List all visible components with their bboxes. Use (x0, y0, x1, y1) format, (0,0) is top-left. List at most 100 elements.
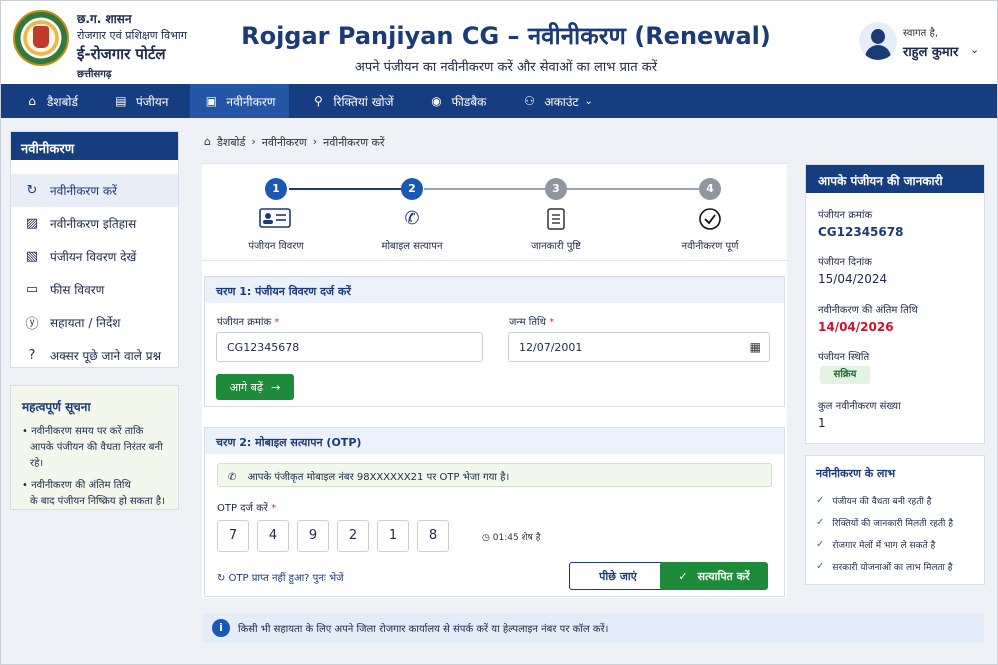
department-name: रोजगार एवं प्रशिक्षण विभाग (77, 29, 187, 42)
check-icon: ✓ (678, 569, 688, 583)
step-4-label: नवीनीकरण पूर्ण (681, 241, 739, 252)
sidebar-item-view-details[interactable]: ▧ पंजीयन विवरण देखें (11, 240, 178, 273)
nav-registration[interactable]: ▤ पंजीयन (114, 84, 182, 118)
info-icon: i (212, 619, 230, 637)
renewal-sidebar: नवीनीकरण ↻ नवीनीकरण करें ▨ नवीनीकरण इतिहास… (10, 131, 179, 368)
id-card-icon (255, 208, 295, 233)
question-icon: ? (28, 348, 36, 363)
next-button[interactable]: आगे बढ़ें → (216, 374, 294, 400)
back-button[interactable]: पीछे जाएं (569, 562, 667, 590)
otp-sent-info: ✆ आपके पंजीकृत मोबाइल नंबर 98XXXXXX21 पर… (217, 463, 772, 487)
help-text: किसी भी सहायता के लिए अपने जिला रोजगार क… (238, 624, 609, 635)
sidebar-item-label: नवीनीकरण इतिहास (50, 217, 137, 231)
sidebar-item-fees[interactable]: ▭ फीस विवरण (11, 273, 178, 306)
sidebar-item-label: नवीनीकरण करें (50, 184, 117, 198)
verify-button-label: सत्यापित करें (697, 569, 750, 583)
sidebar-item-label: पंजीयन विवरण देखें (50, 250, 137, 264)
otp-digit-6[interactable]: 8 (417, 520, 449, 552)
clock-icon: ◷ (482, 533, 490, 543)
dob-label: जन्म तिथि * (509, 317, 555, 328)
sidebar-item-faq[interactable]: ? अक्सर पूछे जाने वाले प्रश्न (11, 339, 178, 372)
nav-account[interactable]: ⚇ अकाउंट ⌄ (522, 84, 607, 118)
step-1-label: पंजीयन विवरण (248, 241, 304, 252)
check-icon: ✓ (816, 560, 825, 572)
chevron-down-icon[interactable]: ⌄ (970, 43, 979, 56)
chevron-right-icon: › (312, 135, 318, 148)
reg-no-value: CG12345678 (818, 225, 904, 239)
state-name: छत्तीसगढ़ (77, 69, 112, 80)
step-connector (289, 188, 411, 190)
sidebar-item-label: फीस विवरण (50, 283, 105, 297)
main-navbar: ⌂ डैशबोर्ड ▤ पंजीयन ▣ नवीनीकरण ⚲ रिक्तियां ख… (1, 84, 997, 118)
verify-button[interactable]: ✓ सत्यापित करें (660, 562, 768, 590)
otp-digit-1[interactable]: 7 (217, 520, 249, 552)
step2-section: चरण 2: मोबाइल सत्यापन (OTP) ✆ आपके पंजीक… (204, 427, 785, 597)
document-icon: ▧ (25, 249, 39, 264)
nav-label: अकाउंट (544, 94, 579, 109)
history-icon: ▨ (25, 216, 39, 231)
nav-dashboard[interactable]: ⌂ डैशबोर्ड (25, 84, 92, 118)
step-connector (424, 188, 555, 190)
nav-search-vacancies[interactable]: ⚲ रिक्तियां खोजें (311, 84, 407, 118)
reg-number-label: पंजीयन क्रमांक * (217, 317, 280, 328)
search-icon: ⚲ (314, 94, 323, 108)
check-icon: ✓ (816, 516, 825, 528)
step-1-circle: 1 (265, 178, 287, 200)
important-notice: महत्वपूर्ण सूचना • नवीनीकरण समय पर करें … (10, 385, 179, 510)
breadcrumb-item: नवीनीकरण करें (323, 136, 385, 149)
otp-digit-3[interactable]: 9 (297, 520, 329, 552)
breadcrumb-item[interactable]: डैशबोर्ड (217, 135, 245, 150)
sidebar-item-label: सहायता / निर्देश (50, 316, 121, 330)
step-2-circle: 2 (401, 178, 423, 200)
nav-feedback[interactable]: ◉ फीडबैक (430, 84, 501, 118)
resend-otp-link[interactable]: ↻ OTP प्राप्त नहीं हुआ? पुनः भेजें (217, 570, 344, 584)
arrow-right-icon: → (271, 380, 281, 394)
check-icon: ✓ (816, 494, 825, 506)
sidebar-item-renew[interactable]: ↻ नवीनीकरण करें (11, 174, 178, 207)
calendar-icon[interactable]: ▦ (750, 340, 761, 354)
breadcrumb-item[interactable]: नवीनीकरण (262, 135, 307, 150)
page-title: Rojgar Panjiyan CG – नवीनीकरण (Renewal) (241, 22, 771, 50)
notice-title: महत्वपूर्ण सूचना (22, 400, 91, 414)
nav-label: फीडबैक (451, 94, 487, 109)
reg-number-input[interactable]: CG12345678 (216, 332, 483, 362)
notice-line: • नवीनीकरण समय पर करें ताकि (22, 426, 144, 437)
nav-label: पंजीयन (135, 94, 169, 109)
benefit-item: ✓ रिक्तियों की जानकारी मिलती रहती है (816, 516, 954, 529)
sidebar-title: नवीनीकरण (11, 132, 178, 160)
user-menu[interactable]: राहुल कुमार (903, 42, 958, 60)
otp-sent-text: आपके पंजीकृत मोबाइल नंबर 98XXXXXX21 पर O… (247, 472, 510, 483)
home-icon: ⌂ (28, 94, 36, 108)
refresh-icon: ↻ (26, 183, 38, 198)
otp-digit-2[interactable]: 4 (257, 520, 289, 552)
dob-input[interactable]: 12/07/2001 ▦ (508, 332, 770, 362)
welcome-text: स्वागत है, (903, 28, 939, 39)
step2-title: चरण 2: मोबाइल सत्यापन (OTP) (205, 428, 784, 454)
site-header: छ.ग. शासन रोजगार एवं प्रशिक्षण विभाग ई-र… (1, 1, 997, 84)
check-icon: ✓ (816, 538, 825, 550)
sidebar-item-history[interactable]: ▨ नवीनीकरण इतिहास (11, 207, 178, 240)
benefit-item: ✓ सरकारी योजनाओं का लाभ मिलता है (816, 560, 953, 573)
chevron-down-icon: ⌄ (584, 95, 593, 107)
step-3-circle: 3 (545, 178, 567, 200)
otp-digit-5[interactable]: 1 (377, 520, 409, 552)
benefits-title: नवीनीकरण के लाभ (816, 467, 896, 480)
renewal-count-label: कुल नवीनीकरण संख्या (818, 401, 901, 412)
sidebar-item-help[interactable]: ⓨ सहायता / निर्देश (11, 306, 178, 339)
user-avatar[interactable] (859, 22, 897, 60)
nav-label: रिक्तियां खोजें (333, 94, 394, 109)
notice-line: • नवीनीकरण की अंतिम तिथि (22, 480, 131, 491)
nav-label: नवीनीकरण (226, 94, 276, 109)
home-icon[interactable]: ⌂ (204, 135, 211, 150)
otp-digit-4[interactable]: 2 (337, 520, 369, 552)
users-icon: ⚇ (524, 94, 535, 108)
divider (202, 260, 787, 261)
nav-renewal[interactable]: ▣ नवीनीकरण (190, 84, 290, 118)
notice-line: आपके पंजीयन की वैधता निरंतर बनी रहे। (30, 442, 163, 469)
next-button-label: आगे बढ़ें (229, 380, 264, 394)
chevron-right-icon: › (251, 135, 256, 148)
renewal-count-value: 1 (818, 416, 826, 430)
otp-label: OTP दर्ज करें * (217, 503, 277, 514)
reg-date-label: पंजीयन दिनांक (818, 257, 872, 268)
info-panel-title: आपके पंजीयन की जानकारी (806, 165, 984, 193)
